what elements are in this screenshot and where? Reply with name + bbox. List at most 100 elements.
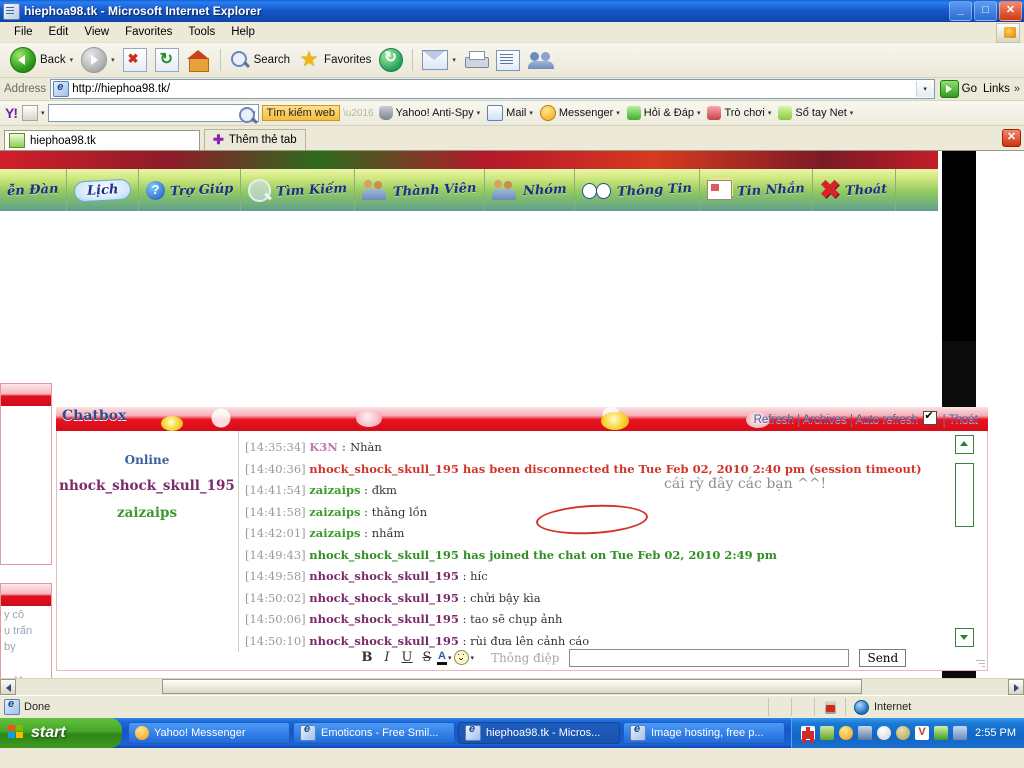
print-button[interactable] <box>460 45 492 75</box>
resize-grip[interactable] <box>975 658 985 668</box>
underline-button[interactable]: U <box>397 650 417 665</box>
chevron-down-icon[interactable]: ▾ <box>768 109 772 117</box>
go-button[interactable]: Go <box>939 80 977 98</box>
chevron-down-icon[interactable]: ▾ <box>616 109 620 117</box>
yahoo-logo-icon[interactable]: Y! <box>3 105 19 121</box>
scroll-track[interactable] <box>16 679 1008 695</box>
nav-item-logout[interactable]: ✖ Thoát <box>813 169 896 211</box>
links-button[interactable]: Links <box>983 83 1010 95</box>
stop-button[interactable] <box>119 45 151 75</box>
strikethrough-button[interactable]: S <box>417 650 437 665</box>
scroll-thumb[interactable] <box>955 463 974 527</box>
edit-button[interactable] <box>492 45 524 75</box>
italic-button[interactable]: I <box>377 650 397 665</box>
yahoo-bookmarks-button[interactable]: Sổ tay Net ▾ <box>776 106 855 120</box>
auto-refresh-checkbox[interactable] <box>923 409 938 425</box>
yahoo-antispy-button[interactable]: Yahoo! Anti-Spy ▾ <box>377 106 483 120</box>
mail-button[interactable]: ▾ <box>418 45 460 75</box>
menu-item-help[interactable]: Help <box>223 25 263 40</box>
scroll-up-button[interactable] <box>955 435 974 454</box>
menu-item-edit[interactable]: Edit <box>41 25 77 40</box>
yahoo-messenger-button[interactable]: Messenger ▾ <box>538 105 622 121</box>
chat-messages-pane[interactable]: [14:35:34] K3N : Nhàn [14:40:36] nhock_s… <box>238 431 927 652</box>
nav-item-help[interactable]: ? Trợ Giúp <box>139 169 242 211</box>
address-dropdown-icon[interactable]: ▾ <box>915 81 934 97</box>
green-icon[interactable] <box>820 726 835 740</box>
chevron-down-icon[interactable]: ▾ <box>452 56 456 64</box>
nav-item-forum[interactable]: ễn Đàn <box>0 169 67 211</box>
refresh-button[interactable] <box>151 45 183 75</box>
history-button[interactable] <box>375 45 407 75</box>
menu-item-view[interactable]: View <box>76 25 117 40</box>
green2-icon[interactable] <box>934 726 949 740</box>
nav-item-members[interactable]: Thành Viên <box>355 169 485 211</box>
taskbar-button-yahoo-messenger[interactable]: Yahoo! Messenger <box>128 722 290 744</box>
yahoo-mail-button[interactable]: Mail ▾ <box>485 105 535 121</box>
bold-button[interactable]: B <box>357 650 377 665</box>
white-icon[interactable] <box>877 726 892 740</box>
message-input[interactable] <box>569 648 850 667</box>
medical-icon[interactable] <box>801 726 816 740</box>
nav-item-groups[interactable]: Nhóm <box>485 169 575 211</box>
online-user-item[interactable]: nhock_shock_skull_195 <box>57 478 237 494</box>
chevron-down-icon[interactable]: ▾ <box>448 654 452 662</box>
security-zone[interactable]: Internet <box>845 698 1024 716</box>
taskbar-button-emoticons[interactable]: Emoticons - Free Smil... <box>293 722 455 744</box>
yahoo-panel-icon[interactable] <box>22 105 38 121</box>
menu-item-tools[interactable]: Tools <box>180 25 223 40</box>
send-button[interactable]: Send <box>859 648 907 667</box>
chatbox-archives-link[interactable]: Archives <box>803 414 847 426</box>
search-icon[interactable] <box>238 106 255 123</box>
page-horizontal-scrollbar[interactable] <box>0 678 1024 695</box>
maximize-button[interactable]: □ <box>974 1 997 21</box>
address-input[interactable]: http://hiephoa98.tk/ ▾ <box>50 79 935 99</box>
taskbar-button-hiephoa98[interactable]: hiephoa98.tk - Micros... <box>458 722 620 744</box>
chevron-down-icon[interactable]: ▾ <box>697 109 701 117</box>
chat-scrollbar[interactable] <box>955 435 975 647</box>
nav-item-messages[interactable]: Tin Nhắn <box>700 169 813 211</box>
online-user-item[interactable]: zaizaips <box>57 505 237 521</box>
new-tab-button[interactable]: ✚ Thêm thẻ tab <box>204 129 306 150</box>
close-button[interactable]: ✕ <box>999 1 1022 21</box>
chevron-down-icon[interactable]: ▾ <box>477 109 481 117</box>
chevron-down-icon[interactable]: ▾ <box>111 56 115 64</box>
favorites-button[interactable]: Favorites <box>294 45 375 75</box>
chevron-down-icon[interactable]: ▾ <box>470 654 474 662</box>
back-button[interactable]: Back ▾ <box>6 45 77 75</box>
tab-hiephoa98[interactable]: hiephoa98.tk <box>4 130 200 150</box>
home-button[interactable] <box>183 45 215 75</box>
chatbox-exit-link[interactable]: Thoát <box>949 414 978 426</box>
minimize-button[interactable]: _ <box>949 1 972 21</box>
blue-icon[interactable] <box>953 726 968 740</box>
chatbox-refresh-link[interactable]: Refresh <box>754 414 794 426</box>
start-button[interactable]: start <box>0 718 122 748</box>
chevron-right-icon[interactable]: » <box>1014 83 1020 95</box>
clock[interactable]: 2:55 PM <box>975 727 1016 739</box>
smiley-icon[interactable] <box>839 726 854 740</box>
taskbar-button-image-hosting[interactable]: Image hosting, free p... <box>623 722 785 744</box>
yahoo-answers-button[interactable]: Hỏi & Đáp ▾ <box>625 106 703 120</box>
font-color-button[interactable]: A <box>437 650 447 665</box>
nav-item-calendar[interactable]: Lịch <box>67 169 139 211</box>
network-icon[interactable] <box>858 726 873 740</box>
nav-item-search[interactable]: Tìm Kiếm <box>241 169 356 211</box>
smiley-icon[interactable] <box>454 650 470 665</box>
tab-close-button[interactable]: ✕ <box>1002 129 1021 147</box>
spiral-icon[interactable] <box>896 726 911 740</box>
forward-button[interactable]: ▾ <box>77 45 119 75</box>
chevron-down-icon[interactable]: ▾ <box>70 56 74 64</box>
menu-item-file[interactable]: File <box>6 25 41 40</box>
scroll-thumb[interactable] <box>162 679 862 694</box>
chevron-down-icon[interactable]: ▾ <box>41 109 45 117</box>
search-button[interactable]: Search <box>226 45 294 75</box>
v-icon[interactable]: V <box>915 726 930 740</box>
yahoo-games-button[interactable]: Trò chơi ▾ <box>705 106 773 120</box>
messenger-button[interactable] <box>524 45 560 75</box>
menu-item-favorites[interactable]: Favorites <box>117 25 180 40</box>
scroll-right-button[interactable] <box>1008 679 1024 695</box>
scroll-left-button[interactable] <box>0 679 16 695</box>
yahoo-search-button[interactable]: Tìm kiếm web <box>261 105 340 121</box>
chevron-down-icon[interactable]: ▾ <box>850 109 854 117</box>
yahoo-search-input[interactable]: ▾ <box>47 104 259 123</box>
nav-item-info[interactable]: Thông Tin <box>575 169 700 211</box>
